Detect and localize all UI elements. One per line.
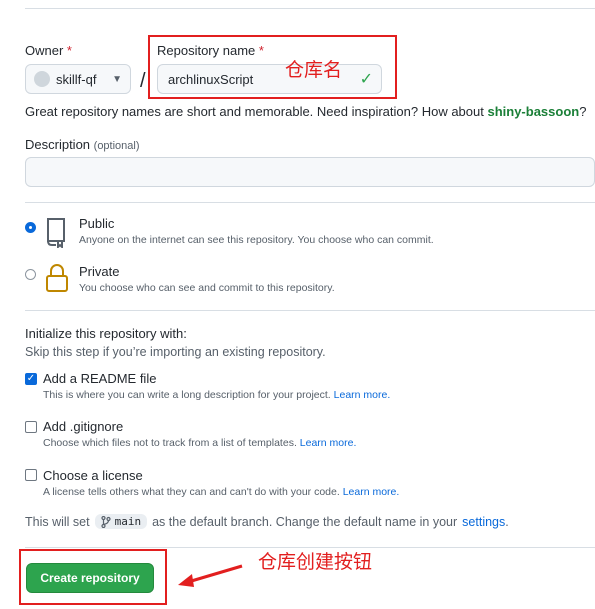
private-title: Private [79, 264, 120, 279]
private-desc: You choose who can see and commit to thi… [79, 282, 335, 294]
init-subheading: Skip this step if you’re importing an ex… [25, 345, 326, 359]
annotation-arrow-icon [178, 564, 243, 587]
owner-repo-separator: / [140, 70, 146, 92]
owner-label: Owner * [25, 43, 72, 58]
top-divider [25, 8, 595, 9]
gitignore-checkbox[interactable] [25, 421, 37, 433]
divider-1 [25, 202, 595, 203]
public-title: Public [79, 216, 115, 231]
license-checkbox[interactable] [25, 469, 37, 481]
gitignore-learn-more-link[interactable]: Learn more. [300, 437, 357, 449]
repo-name-annotation-box [148, 35, 397, 99]
settings-link[interactable]: settings [462, 515, 505, 529]
init-heading: Initialize this repository with: [25, 326, 187, 341]
license-title: Choose a license [43, 468, 143, 483]
branch-pill: main [94, 514, 148, 529]
license-desc: A license tells others what they can and… [43, 486, 400, 498]
public-desc: Anyone on the internet can see this repo… [79, 234, 434, 246]
public-radio[interactable] [25, 222, 36, 233]
suggestion-link[interactable]: shiny-bassoon [487, 104, 579, 119]
license-learn-more-link[interactable]: Learn more. [343, 486, 400, 498]
description-label: Description (optional) [25, 137, 140, 152]
repo-name-hint: Great repository names are short and mem… [25, 104, 587, 119]
git-branch-icon [100, 515, 111, 528]
avatar [34, 71, 50, 87]
gitignore-desc: Choose which files not to track from a l… [43, 437, 357, 449]
readme-learn-more-link[interactable]: Learn more. [334, 389, 391, 401]
lock-icon [46, 264, 68, 292]
create-button-annotation-box [19, 549, 167, 605]
repo-icon [47, 218, 65, 248]
owner-value: skillf-qf [56, 71, 97, 87]
readme-desc: This is where you can write a long descr… [43, 389, 391, 401]
repo-name-annotation: 仓库名 [285, 59, 343, 81]
owner-select[interactable]: skillf-qf ▼ [25, 64, 131, 94]
divider-2 [25, 310, 595, 311]
default-branch-text: This will set main as the default branch… [25, 514, 509, 529]
chevron-down-icon: ▼ [112, 73, 122, 85]
create-button-annotation: 仓库创建按钮 [258, 551, 373, 573]
readme-title: Add a README file [43, 371, 157, 386]
readme-checkbox[interactable]: ✓ [25, 373, 37, 385]
gitignore-title: Add .gitignore [43, 419, 124, 434]
private-radio[interactable] [25, 269, 36, 280]
description-input[interactable] [25, 157, 595, 187]
